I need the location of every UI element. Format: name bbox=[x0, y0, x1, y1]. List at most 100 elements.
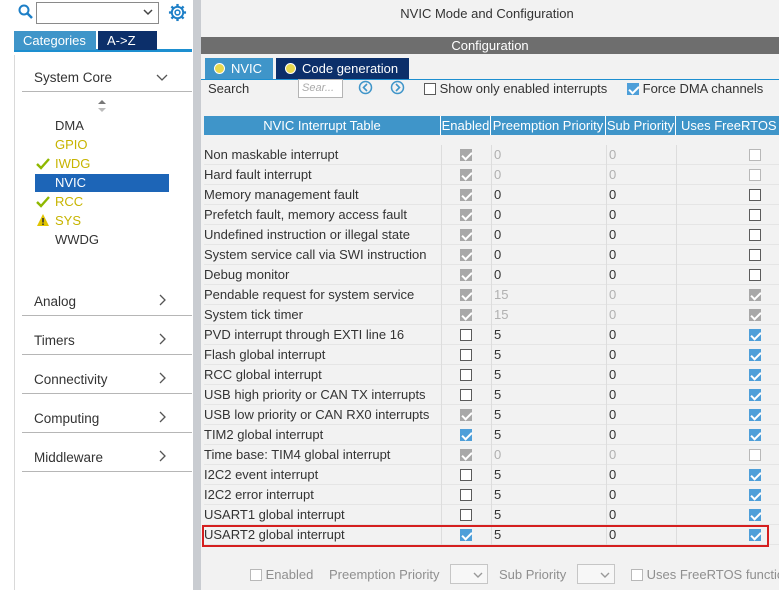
freertos-checkbox[interactable] bbox=[749, 449, 761, 461]
preemption-priority-cell[interactable]: 0 bbox=[491, 205, 606, 225]
peripheral-rcc[interactable]: RCC bbox=[55, 193, 83, 211]
table-row[interactable]: USB high priority or CAN TX interrupts 5 0 bbox=[204, 385, 779, 405]
freertos-checkbox[interactable] bbox=[749, 329, 761, 341]
column-header-enabled[interactable]: Enabled bbox=[441, 116, 491, 135]
sub-priority-cell[interactable]: 0 bbox=[606, 405, 676, 425]
enabled-checkbox[interactable] bbox=[460, 209, 472, 221]
table-row[interactable]: RCC global interrupt 5 0 bbox=[204, 365, 779, 385]
enabled-checkbox[interactable] bbox=[460, 409, 472, 421]
table-row[interactable]: Debug monitor 0 0 bbox=[204, 265, 779, 285]
freertos-checkbox[interactable] bbox=[749, 229, 761, 241]
table-row[interactable]: Memory management fault 0 0 bbox=[204, 185, 779, 205]
chevron-right-icon[interactable] bbox=[156, 411, 168, 423]
enabled-checkbox[interactable] bbox=[460, 289, 472, 301]
enabled-checkbox[interactable] bbox=[460, 189, 472, 201]
preemption-priority-cell[interactable]: 5 bbox=[491, 345, 606, 365]
table-row[interactable]: System tick timer 15 0 bbox=[204, 305, 779, 325]
sub-priority-select[interactable] bbox=[577, 564, 615, 584]
peripheral-gpio[interactable]: GPIO bbox=[55, 136, 88, 154]
enabled-checkbox[interactable] bbox=[460, 269, 472, 281]
column-header-sub-priority[interactable]: Sub Priority bbox=[606, 116, 676, 135]
sub-priority-cell[interactable]: 0 bbox=[606, 145, 676, 165]
sub-priority-cell[interactable]: 0 bbox=[606, 205, 676, 225]
preemption-priority-cell[interactable]: 0 bbox=[491, 265, 606, 285]
freertos-checkbox[interactable] bbox=[749, 509, 761, 521]
chevron-right-icon[interactable] bbox=[156, 333, 168, 345]
sub-priority-cell[interactable]: 0 bbox=[606, 285, 676, 305]
freertos-checkbox[interactable] bbox=[749, 309, 761, 321]
force-dma-option[interactable]: Force DMA channels bbox=[627, 81, 763, 96]
preemption-priority-cell[interactable]: 5 bbox=[491, 365, 606, 385]
gear-icon[interactable] bbox=[168, 3, 187, 22]
sub-priority-cell[interactable]: 0 bbox=[606, 305, 676, 325]
table-row[interactable]: Non maskable interrupt 0 0 bbox=[204, 145, 779, 165]
tab-a-z[interactable]: A->Z bbox=[98, 31, 157, 50]
table-row[interactable]: Hard fault interrupt 0 0 bbox=[204, 165, 779, 185]
table-row[interactable]: I2C2 error interrupt 5 0 bbox=[204, 485, 779, 505]
sub-priority-cell[interactable]: 0 bbox=[606, 245, 676, 265]
freertos-checkbox[interactable] bbox=[749, 429, 761, 441]
tab-nvic[interactable]: NVIC bbox=[205, 58, 273, 79]
enabled-checkbox[interactable] bbox=[460, 469, 472, 481]
sub-priority-cell[interactable]: 0 bbox=[606, 385, 676, 405]
sub-priority-cell[interactable]: 0 bbox=[606, 445, 676, 465]
category-connectivity[interactable]: Connectivity bbox=[34, 372, 108, 387]
category-computing[interactable]: Computing bbox=[34, 411, 99, 426]
chevron-right-icon[interactable] bbox=[156, 294, 168, 306]
sub-priority-cell[interactable]: 0 bbox=[606, 345, 676, 365]
peripheral-sys[interactable]: SYS bbox=[55, 212, 81, 230]
freertos-checkbox[interactable] bbox=[749, 409, 761, 421]
enabled-checkbox[interactable] bbox=[460, 389, 472, 401]
category-system-core[interactable]: System Core bbox=[34, 70, 112, 85]
search-next-icon[interactable] bbox=[390, 80, 405, 95]
preemption-priority-cell[interactable]: 0 bbox=[491, 445, 606, 465]
freertos-checkbox[interactable] bbox=[749, 369, 761, 381]
peripheral-dma[interactable]: DMA bbox=[55, 117, 84, 135]
table-row[interactable]: Prefetch fault, memory access fault 0 0 bbox=[204, 205, 779, 225]
preemption-priority-cell[interactable]: 5 bbox=[491, 465, 606, 485]
enabled-checkbox[interactable] bbox=[460, 369, 472, 381]
sub-priority-cell[interactable]: 0 bbox=[606, 165, 676, 185]
table-row[interactable]: USB low priority or CAN RX0 interrupts 5 0 bbox=[204, 405, 779, 425]
enabled-checkbox[interactable] bbox=[460, 249, 472, 261]
preemption-priority-cell[interactable]: 5 bbox=[491, 505, 606, 525]
enabled-checkbox[interactable] bbox=[460, 309, 472, 321]
table-row[interactable]: Undefined instruction or illegal state 0 0 bbox=[204, 225, 779, 245]
freertos-checkbox[interactable] bbox=[749, 469, 761, 481]
enabled-checkbox[interactable] bbox=[460, 149, 472, 161]
preemption-priority-cell[interactable]: 0 bbox=[491, 165, 606, 185]
freertos-checkbox[interactable] bbox=[749, 149, 761, 161]
peripheral-wwdg[interactable]: WWDG bbox=[55, 231, 99, 249]
sub-priority-cell[interactable]: 0 bbox=[606, 225, 676, 245]
column-header-name[interactable]: NVIC Interrupt Table bbox=[204, 116, 441, 135]
table-row[interactable]: Flash global interrupt 5 0 bbox=[204, 345, 779, 365]
enabled-checkbox[interactable] bbox=[460, 349, 472, 361]
show-only-enabled-checkbox[interactable] bbox=[424, 83, 436, 95]
tab-categories[interactable]: Categories bbox=[14, 31, 96, 50]
sub-priority-cell[interactable]: 0 bbox=[606, 485, 676, 505]
preemption-priority-cell[interactable]: 0 bbox=[491, 145, 606, 165]
enabled-checkbox[interactable] bbox=[460, 169, 472, 181]
freertos-checkbox[interactable] bbox=[749, 189, 761, 201]
sub-priority-cell[interactable]: 0 bbox=[606, 425, 676, 445]
search-prev-icon[interactable] bbox=[358, 80, 373, 95]
enabled-checkbox[interactable] bbox=[460, 489, 472, 501]
peripheral-nvic[interactable]: NVIC bbox=[35, 174, 169, 192]
preemption-priority-cell[interactable]: 15 bbox=[491, 285, 606, 305]
enabled-checkbox[interactable] bbox=[460, 329, 472, 341]
table-row[interactable]: Pendable request for system service 15 0 bbox=[204, 285, 779, 305]
freertos-checkbox[interactable] bbox=[749, 289, 761, 301]
preemption-priority-cell[interactable]: 5 bbox=[491, 425, 606, 445]
show-only-enabled-option[interactable]: Show only enabled interrupts bbox=[424, 81, 607, 96]
splitter[interactable] bbox=[193, 0, 201, 590]
sort-icon[interactable] bbox=[97, 100, 107, 112]
force-dma-checkbox[interactable] bbox=[627, 83, 639, 95]
freertos-checkbox[interactable] bbox=[749, 389, 761, 401]
preemption-priority-cell[interactable]: 5 bbox=[491, 385, 606, 405]
table-row[interactable]: USART1 global interrupt 5 0 bbox=[204, 505, 779, 525]
freertos-checkbox[interactable] bbox=[749, 489, 761, 501]
sub-priority-cell[interactable]: 0 bbox=[606, 505, 676, 525]
category-middleware[interactable]: Middleware bbox=[34, 450, 103, 465]
preemption-priority-cell[interactable]: 0 bbox=[491, 185, 606, 205]
freertos-checkbox[interactable] bbox=[749, 169, 761, 181]
